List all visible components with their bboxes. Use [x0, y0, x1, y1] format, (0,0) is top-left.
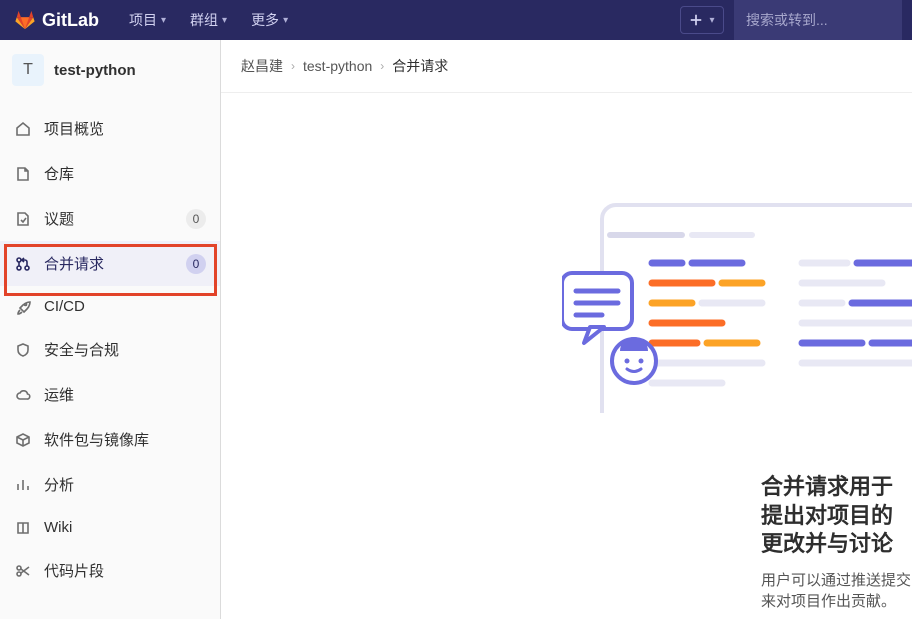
project-header[interactable]: T test-python: [0, 40, 220, 104]
project-avatar: T: [12, 54, 44, 86]
chevron-down-icon: ▾: [709, 15, 714, 26]
chart-icon: [14, 477, 32, 493]
sidebar-item-cicd[interactable]: CI/CD: [0, 286, 220, 327]
sidebar-item-label: CI/CD: [44, 298, 206, 315]
search-input[interactable]: [746, 12, 890, 28]
sidebar-item-snippets[interactable]: 代码片段: [0, 548, 220, 593]
sidebar-item-merge-requests[interactable]: 合并请求 0: [0, 241, 220, 286]
sidebar-item-repo[interactable]: 仓库: [0, 151, 220, 196]
breadcrumb: 赵昌建 › test-python › 合并请求: [221, 40, 912, 93]
sidebar-item-label: 项目概览: [44, 118, 206, 139]
chevron-right-icon: ›: [380, 59, 384, 73]
gitlab-logo[interactable]: GitLab: [14, 9, 99, 31]
nav-groups[interactable]: 群组 ▾: [180, 4, 237, 36]
project-name: test-python: [54, 62, 136, 79]
sidebar-item-packages[interactable]: 软件包与镜像库: [0, 417, 220, 462]
navbar-left: GitLab 项目 ▾ 群组 ▾ 更多 ▾: [14, 4, 298, 36]
empty-state-desc: 用户可以通过推送提交来对项目作出贡献。: [761, 569, 912, 611]
merge-request-icon: [14, 256, 32, 272]
gitlab-logo-icon: [14, 9, 36, 31]
nav-more-label: 更多: [251, 10, 279, 30]
sidebar-item-label: 议题: [44, 208, 174, 229]
nav-groups-label: 群组: [190, 10, 218, 30]
sidebar-list: 项目概览 仓库 议题 0 合并请求 0: [0, 104, 220, 593]
file-icon: [14, 166, 32, 182]
empty-state: 合并请求用于提出对项目的更改并与讨论 用户可以通过推送提交来对项目作出贡献。 新…: [221, 93, 912, 618]
main-content: 赵昌建 › test-python › 合并请求: [221, 40, 912, 619]
sidebar-item-security[interactable]: 安全与合规: [0, 327, 220, 372]
shield-icon: [14, 342, 32, 358]
sidebar-item-analytics[interactable]: 分析: [0, 462, 220, 507]
mr-count-badge: 0: [186, 254, 206, 274]
nav-projects-label: 项目: [129, 10, 157, 30]
home-icon: [14, 121, 32, 137]
sidebar: T test-python 项目概览 仓库 议题 0: [0, 40, 221, 619]
issues-icon: [14, 211, 32, 227]
sidebar-item-label: Wiki: [44, 519, 206, 536]
nav-projects[interactable]: 项目 ▾: [119, 4, 176, 36]
sidebar-item-label: 安全与合规: [44, 339, 206, 360]
cloud-icon: [14, 387, 32, 403]
breadcrumb-current: 合并请求: [392, 56, 448, 76]
sidebar-item-label: 运维: [44, 384, 206, 405]
sidebar-item-label: 分析: [44, 474, 206, 495]
issues-count-badge: 0: [186, 209, 206, 229]
rocket-icon: [14, 299, 32, 315]
sidebar-item-label: 仓库: [44, 163, 206, 184]
chevron-down-icon: ▾: [283, 15, 288, 26]
plus-icon: [689, 13, 703, 27]
chevron-down-icon: ▾: [222, 15, 227, 26]
breadcrumb-project[interactable]: test-python: [303, 58, 372, 74]
sidebar-item-label: 代码片段: [44, 560, 206, 581]
layout: T test-python 项目概览 仓库 议题 0: [0, 40, 912, 619]
chevron-down-icon: ▾: [161, 15, 166, 26]
search-box[interactable]: [734, 0, 902, 40]
empty-state-title: 合并请求用于提出对项目的更改并与讨论: [761, 473, 912, 559]
empty-state-text: 合并请求用于提出对项目的更改并与讨论 用户可以通过推送提交来对项目作出贡献。: [761, 473, 912, 619]
breadcrumb-user[interactable]: 赵昌建: [241, 56, 283, 76]
sidebar-item-label: 合并请求: [44, 253, 174, 274]
sidebar-item-label: 软件包与镜像库: [44, 429, 206, 450]
nav-more[interactable]: 更多 ▾: [241, 4, 298, 36]
new-dropdown-button[interactable]: ▾: [680, 6, 724, 34]
sidebar-item-issues[interactable]: 议题 0: [0, 196, 220, 241]
package-icon: [14, 432, 32, 448]
scissors-icon: [14, 563, 32, 579]
book-icon: [14, 520, 32, 536]
sidebar-item-wiki[interactable]: Wiki: [0, 507, 220, 548]
empty-state-illustration: [562, 193, 912, 413]
top-navbar: GitLab 项目 ▾ 群组 ▾ 更多 ▾ ▾: [0, 0, 912, 40]
navbar-right: ▾: [680, 0, 902, 40]
sidebar-item-overview[interactable]: 项目概览: [0, 106, 220, 151]
brand-text: GitLab: [42, 10, 99, 31]
sidebar-item-ops[interactable]: 运维: [0, 372, 220, 417]
chevron-right-icon: ›: [291, 59, 295, 73]
